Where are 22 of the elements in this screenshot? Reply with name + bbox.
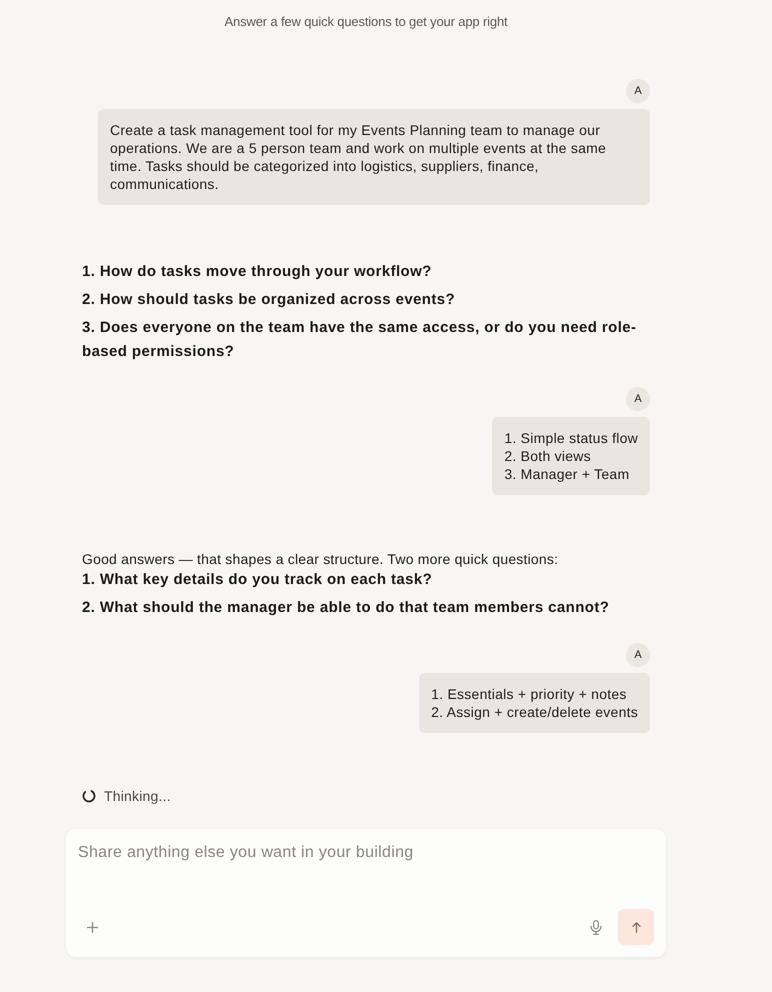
header-subtitle: Answer a few quick questions to get your app right — [224, 14, 508, 30]
message-text: Create a task management tool for my Events Planning team to manage our operations. We are a 5 person team and work on multiple events at the same time. Tasks should be categorized into logistics, suppliers, finance, communications. — [110, 121, 608, 193]
question-text: 1. What key details do you track on each task? — [82, 570, 434, 590]
plus-icon[interactable] — [87, 922, 98, 932]
status-text: Thinking... — [104, 787, 171, 805]
message-text: 1. Simple status flow — [504, 429, 638, 447]
user-avatar: A — [626, 387, 650, 411]
message-text: 2. Assign + create/delete events — [431, 703, 638, 721]
user-avatar: A — [626, 643, 650, 667]
assistant-text: Good answers — that shapes a clear structure. Two more quick questions: — [82, 550, 558, 568]
question-text: 2. How should tasks be organized across events? — [82, 290, 456, 310]
question-text: 2. What should the manager be able to do that team members cannot? — [82, 598, 610, 618]
question-text: 1. How do tasks move through your workflow? — [82, 262, 433, 282]
arrow-up-icon — [632, 922, 640, 932]
message-text: 1. Essentials + priority + notes — [431, 685, 628, 703]
question-text: 3. Does everyone on the team have the same access, or do you need role-based permissions? — [82, 318, 638, 362]
spinner-icon — [82, 789, 96, 803]
message-input[interactable]: Share anything else you want in your building — [78, 843, 654, 865]
user-avatar: A — [626, 79, 650, 103]
microphone-icon[interactable] — [590, 920, 602, 934]
message-text: 2. Both views — [504, 447, 592, 465]
message-text: 3. Manager + Team — [504, 465, 630, 483]
